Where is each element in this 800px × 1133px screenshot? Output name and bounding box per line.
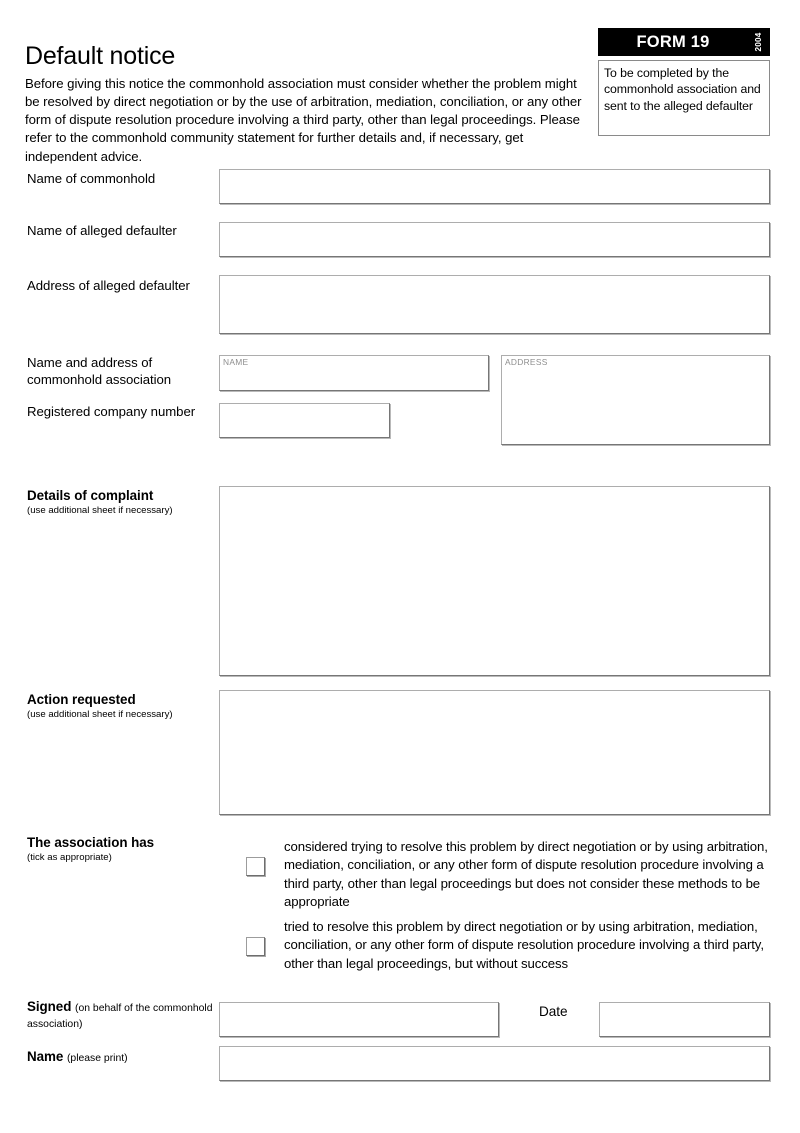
signed-title: Signed [27, 999, 72, 1014]
form-instruction-note: To be completed by the commonhold associ… [598, 60, 770, 136]
details-of-complaint-title: Details of complaint [27, 488, 154, 503]
input-name-print[interactable] [219, 1046, 770, 1081]
checkbox-considered-resolving[interactable] [246, 857, 265, 876]
association-has-subtitle: (tick as appropriate) [27, 852, 112, 863]
input-signed[interactable] [219, 1002, 499, 1037]
label-registered-company-number: Registered company number [27, 404, 196, 419]
action-requested-title: Action requested [27, 692, 136, 707]
input-name-of-alleged-defaulter[interactable] [219, 222, 770, 257]
input-name-of-commonhold[interactable] [219, 169, 770, 204]
details-of-complaint-subtitle: (use additional sheet if necessary) [27, 505, 173, 516]
form-number-label: FORM 19 [636, 32, 710, 51]
label-the-association-has: The association has (tick as appropriate… [27, 834, 227, 864]
association-address-placeholder: ADDRESS [505, 357, 548, 367]
label-name-of-commonhold: Name of commonhold [27, 171, 156, 186]
label-date: Date [539, 1004, 568, 1019]
label-details-of-complaint: Details of complaint (use additional she… [27, 487, 222, 517]
label-name-print: Name (please print) [27, 1050, 217, 1066]
label-name-and-address-of-association: Name and address of commonhold associati… [27, 355, 172, 387]
form-number-badge: FORM 19 2004 [598, 28, 770, 56]
page-title: Default notice [25, 41, 176, 70]
name-print-subtitle: (please print) [66, 1053, 128, 1064]
input-address-of-alleged-defaulter[interactable] [219, 275, 770, 334]
label-name-of-alleged-defaulter: Name of alleged defaulter [27, 223, 177, 238]
checkbox-tried-resolving-text: tried to resolve this problem by direct … [284, 919, 764, 971]
label-action-requested: Action requested (use additional sheet i… [27, 691, 222, 721]
association-name-placeholder: NAME [223, 357, 249, 367]
label-signed: Signed (on behalf of the commonhold asso… [27, 1000, 217, 1032]
action-requested-subtitle: (use additional sheet if necessary) [27, 709, 173, 720]
input-action-requested[interactable] [219, 690, 770, 815]
association-has-title: The association has [27, 835, 155, 850]
checkbox-tried-resolving[interactable] [246, 937, 265, 956]
label-address-of-alleged-defaulter: Address of alleged defaulter [27, 278, 190, 293]
checkbox-considered-resolving-text: considered trying to resolve this proble… [284, 839, 768, 910]
input-registered-company-number[interactable] [219, 403, 390, 438]
form-year-label: 2004 [753, 32, 763, 52]
input-association-name[interactable]: NAME [219, 355, 489, 391]
form-page: Default notice Before giving this notice… [0, 0, 800, 1133]
intro-paragraph: Before giving this notice the commonhold… [25, 76, 582, 164]
input-association-address[interactable]: ADDRESS [501, 355, 770, 445]
input-details-of-complaint[interactable] [219, 486, 770, 676]
name-print-title: Name [27, 1049, 64, 1064]
input-date[interactable] [599, 1002, 770, 1037]
